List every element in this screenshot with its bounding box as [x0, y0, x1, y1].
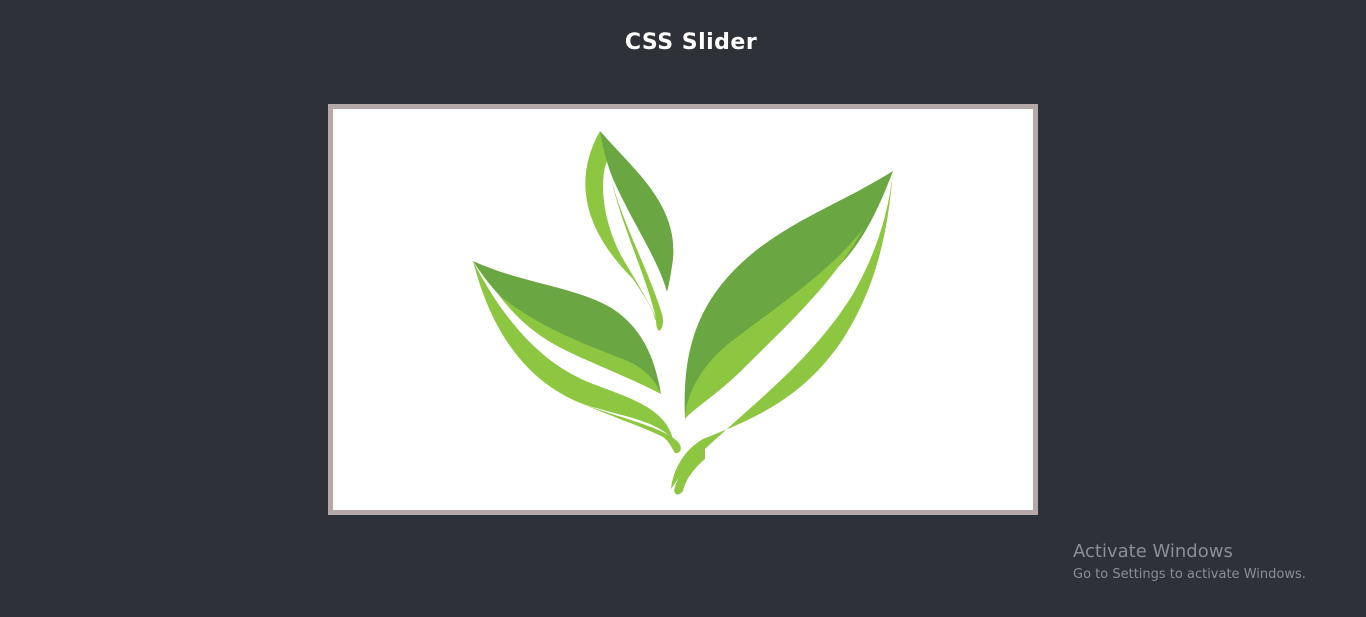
watermark-title: Activate Windows	[1073, 541, 1233, 562]
slider-frame	[328, 104, 1038, 515]
green-leaves-icon	[473, 131, 893, 495]
page-title: CSS Slider	[624, 30, 758, 55]
slide-image	[333, 109, 1033, 510]
watermark-subtitle: Go to Settings to activate Windows.	[1073, 567, 1306, 582]
activate-windows-watermark: Activate Windows Go to Settings to activ…	[1073, 541, 1306, 585]
top-leaf-dark	[600, 131, 674, 292]
